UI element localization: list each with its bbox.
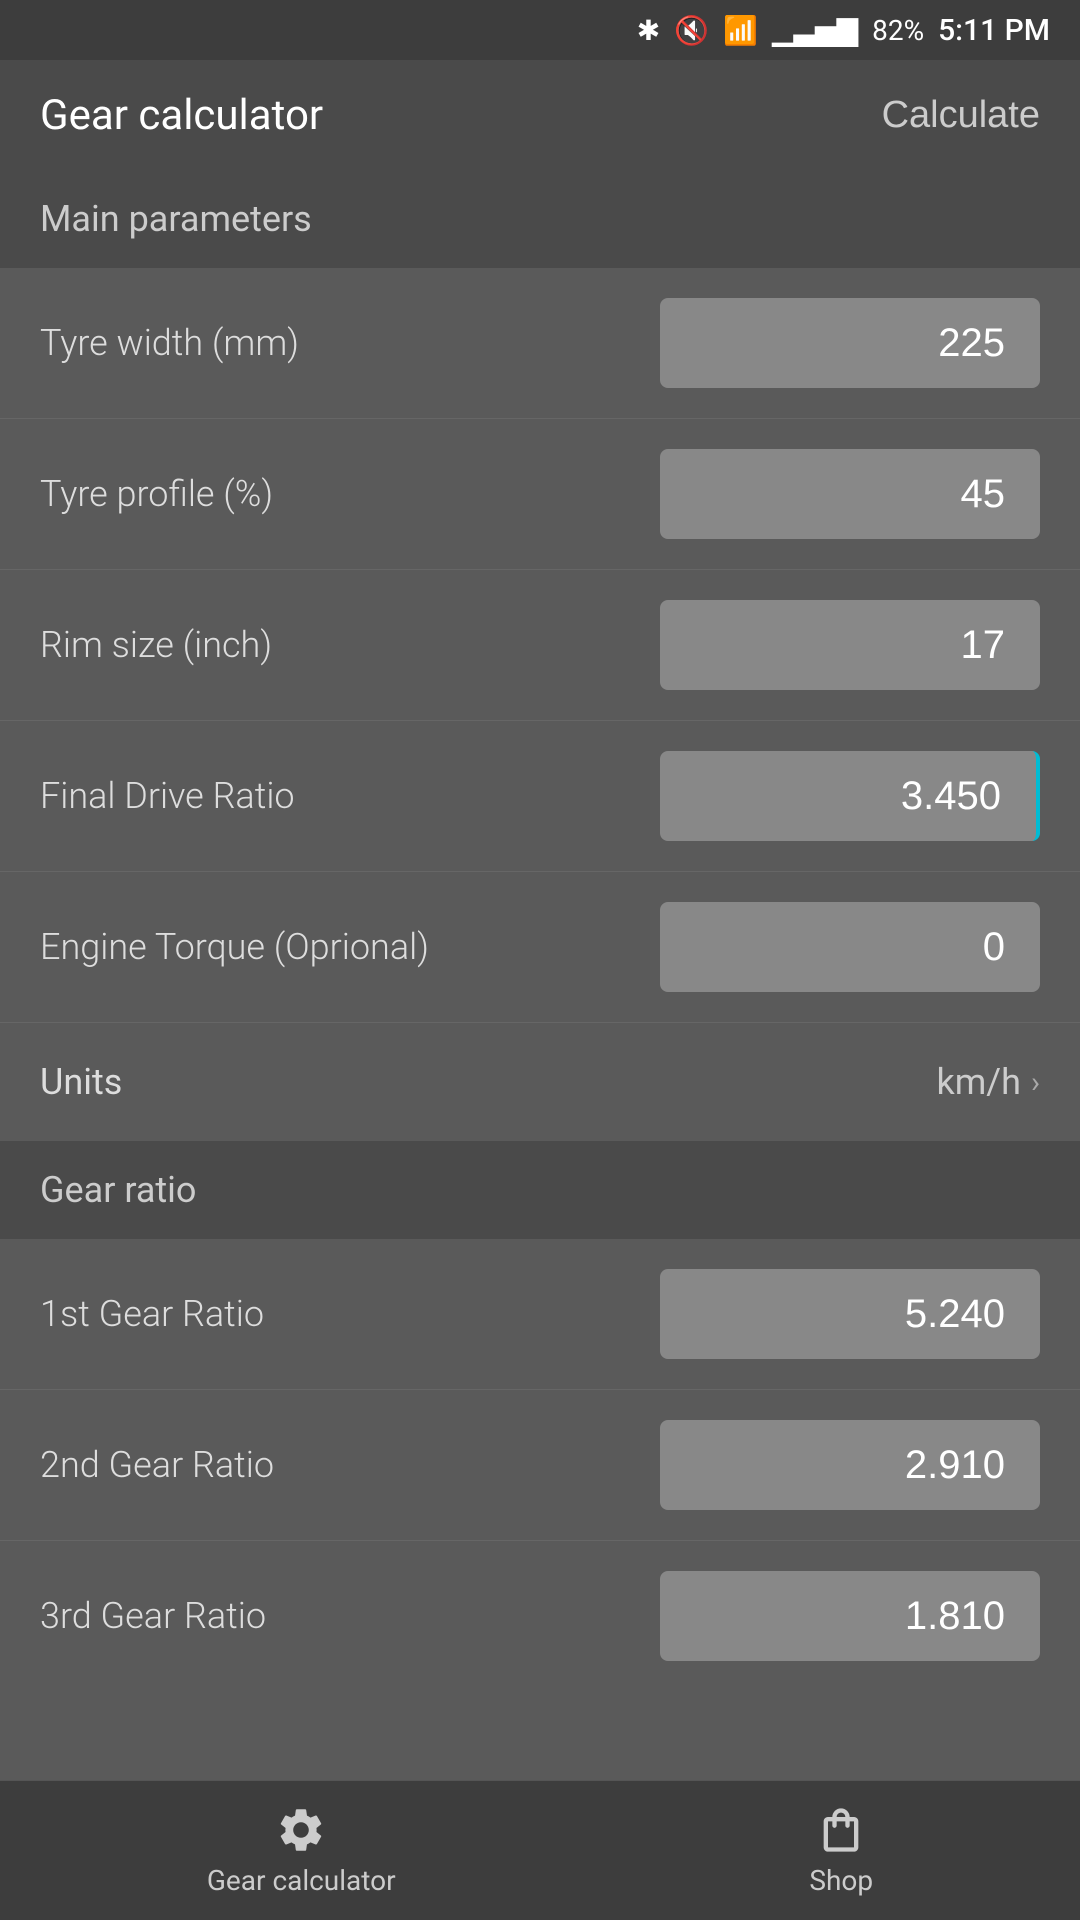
shop-nav-icon [815, 1804, 867, 1856]
engine-torque-label: Engine Torque (Oprional) [40, 926, 660, 968]
wifi-icon: 📶 [723, 14, 758, 47]
bottom-nav: Gear calculator Shop [0, 1780, 1080, 1920]
rim-size-input[interactable] [660, 600, 1040, 690]
tyre-width-row: Tyre width (mm) [0, 268, 1080, 419]
nav-item-gear-calculator[interactable]: Gear calculator [207, 1804, 396, 1897]
signal-icon: ▁▃▅▇ [772, 14, 858, 47]
gear-3-label: 3rd Gear Ratio [40, 1595, 660, 1637]
chevron-right-icon: › [1031, 1065, 1040, 1100]
app-bar: Gear calculator Calculate [0, 60, 1080, 170]
status-time: 5:11 PM [938, 13, 1050, 48]
final-drive-ratio-label: Final Drive Ratio [40, 775, 660, 817]
tyre-width-input[interactable] [660, 298, 1040, 388]
gear-nav-icon [275, 1804, 327, 1856]
main-parameters-title: Main parameters [40, 198, 312, 240]
gear-1-label: 1st Gear Ratio [40, 1293, 660, 1335]
status-icons: ✱ 🔇 📶 ▁▃▅▇ 82% 5:11 PM [637, 13, 1050, 48]
app-title: Gear calculator [40, 91, 323, 140]
main-parameters-content: Tyre width (mm) Tyre profile (%) Rim siz… [0, 268, 1080, 1141]
units-row[interactable]: Units km/h › [0, 1022, 1080, 1141]
final-drive-ratio-input[interactable] [660, 751, 1040, 841]
gear-2-input[interactable] [660, 1420, 1040, 1510]
tyre-profile-row: Tyre profile (%) [0, 419, 1080, 570]
rim-size-label: Rim size (inch) [40, 624, 660, 666]
tyre-profile-label: Tyre profile (%) [40, 473, 660, 515]
gear-3-row: 3rd Gear Ratio [0, 1541, 1080, 1691]
units-label: Units [40, 1061, 122, 1103]
bluetooth-icon: ✱ [637, 14, 660, 47]
status-bar: ✱ 🔇 📶 ▁▃▅▇ 82% 5:11 PM [0, 0, 1080, 60]
battery-indicator: 82% [872, 14, 924, 47]
gear-ratio-title: Gear ratio [40, 1169, 196, 1211]
units-selector[interactable]: km/h › [936, 1061, 1040, 1103]
gear-1-input[interactable] [660, 1269, 1040, 1359]
gear-ratio-header: Gear ratio [0, 1141, 1080, 1239]
gear-calculator-nav-label: Gear calculator [207, 1864, 396, 1897]
shop-nav-label: Shop [809, 1864, 873, 1897]
units-value-text: km/h [936, 1061, 1021, 1103]
tyre-width-label: Tyre width (mm) [40, 322, 660, 364]
gear-3-input[interactable] [660, 1571, 1040, 1661]
gear-ratio-content: 1st Gear Ratio 2nd Gear Ratio 3rd Gear R… [0, 1239, 1080, 1691]
nav-item-shop[interactable]: Shop [809, 1804, 873, 1897]
calculate-button[interactable]: Calculate [882, 94, 1040, 137]
rim-size-row: Rim size (inch) [0, 570, 1080, 721]
engine-torque-row: Engine Torque (Oprional) [0, 872, 1080, 1022]
engine-torque-input[interactable] [660, 902, 1040, 992]
tyre-profile-input[interactable] [660, 449, 1040, 539]
final-drive-ratio-row: Final Drive Ratio [0, 721, 1080, 872]
main-parameters-header: Main parameters [0, 170, 1080, 268]
gear-2-label: 2nd Gear Ratio [40, 1444, 660, 1486]
mute-icon: 🔇 [674, 14, 709, 47]
gear-2-row: 2nd Gear Ratio [0, 1390, 1080, 1541]
gear-1-row: 1st Gear Ratio [0, 1239, 1080, 1390]
